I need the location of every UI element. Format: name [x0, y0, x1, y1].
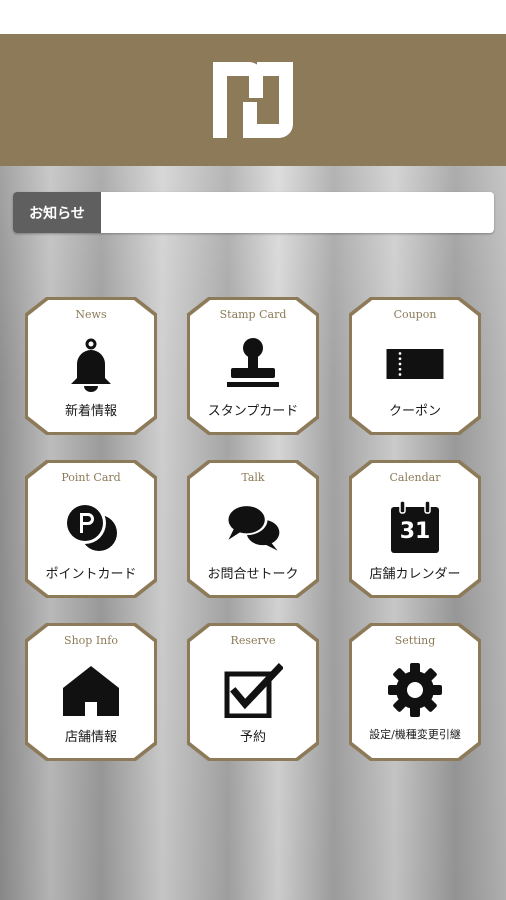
- calendar-icon: 31: [385, 497, 445, 557]
- ticket-icon: [385, 334, 445, 394]
- tile-face: News 新着情報: [28, 300, 154, 432]
- tile-japanese-label: 新着情報: [64, 404, 117, 419]
- menu-calendar-button[interactable]: Calendar 31 店舗カレンダー: [349, 460, 481, 598]
- tile-face: Reserve 予約: [190, 626, 316, 758]
- menu-talk-button[interactable]: Talk お問合せトーク: [187, 460, 319, 598]
- menu-shop-info-button[interactable]: Shop Info 店舗情報: [25, 623, 157, 761]
- tile-face: Calendar 31 店舗カレンダー: [352, 463, 478, 595]
- tile-face: Point Card ポイントカード: [28, 463, 154, 595]
- notice-text: [101, 192, 494, 233]
- stamp-icon: [223, 334, 283, 394]
- tile-english-label: Calendar: [389, 471, 441, 484]
- tile-face: Talk お問合せトーク: [190, 463, 316, 595]
- tile-japanese-label: スタンプカード: [207, 404, 299, 419]
- tile-english-label: Talk: [241, 471, 265, 484]
- notice-label: お知らせ: [13, 192, 101, 233]
- tile-english-label: Coupon: [393, 308, 437, 321]
- house-icon: [61, 660, 121, 720]
- gear-icon: [385, 660, 445, 720]
- menu-news-button[interactable]: News 新着情報: [25, 297, 157, 435]
- tile-english-label: Shop Info: [64, 634, 118, 647]
- tile-japanese-label: お問合せトーク: [207, 567, 299, 582]
- tile-face: Setting 設定/機種変更引継: [352, 626, 478, 758]
- tile-japanese-label: 店舗カレンダー: [369, 567, 461, 582]
- tile-face: Shop Info 店舗情報: [28, 626, 154, 758]
- notice-bar[interactable]: お知らせ: [13, 192, 494, 233]
- tile-japanese-label: ポイントカード: [45, 567, 137, 582]
- menu-coupon-button[interactable]: Coupon クーポン: [349, 297, 481, 435]
- checkbox-icon: [223, 660, 283, 720]
- tile-face: Stamp Card スタンプカード: [190, 300, 316, 432]
- app-header: [0, 34, 506, 166]
- menu-reserve-button[interactable]: Reserve 予約: [187, 623, 319, 761]
- tile-japanese-label: クーポン: [388, 404, 441, 419]
- calendar-day-number: 31: [399, 519, 431, 544]
- tile-english-label: Stamp Card: [219, 308, 287, 321]
- tile-japanese-label: 予約: [239, 730, 266, 745]
- chat-bubbles-icon: [223, 497, 283, 557]
- tile-face: Coupon クーポン: [352, 300, 478, 432]
- menu-stamp-card-button[interactable]: Stamp Card スタンプカード: [187, 297, 319, 435]
- status-bar: [0, 0, 506, 34]
- tile-english-label: News: [75, 308, 107, 321]
- menu-setting-button[interactable]: Setting 設定/機種変更引継: [349, 623, 481, 761]
- tile-japanese-label: 店舗情報: [64, 730, 117, 745]
- tile-japanese-label: 設定/機種変更引継: [369, 728, 461, 741]
- point-coin-icon: [61, 497, 121, 557]
- menu-point-card-button[interactable]: Point Card ポイントカード: [25, 460, 157, 598]
- tile-english-label: Reserve: [230, 634, 276, 647]
- bell-icon: [61, 334, 121, 394]
- tile-english-label: Setting: [394, 634, 436, 647]
- tile-english-label: Point Card: [61, 471, 121, 484]
- brand-logo: [213, 62, 293, 138]
